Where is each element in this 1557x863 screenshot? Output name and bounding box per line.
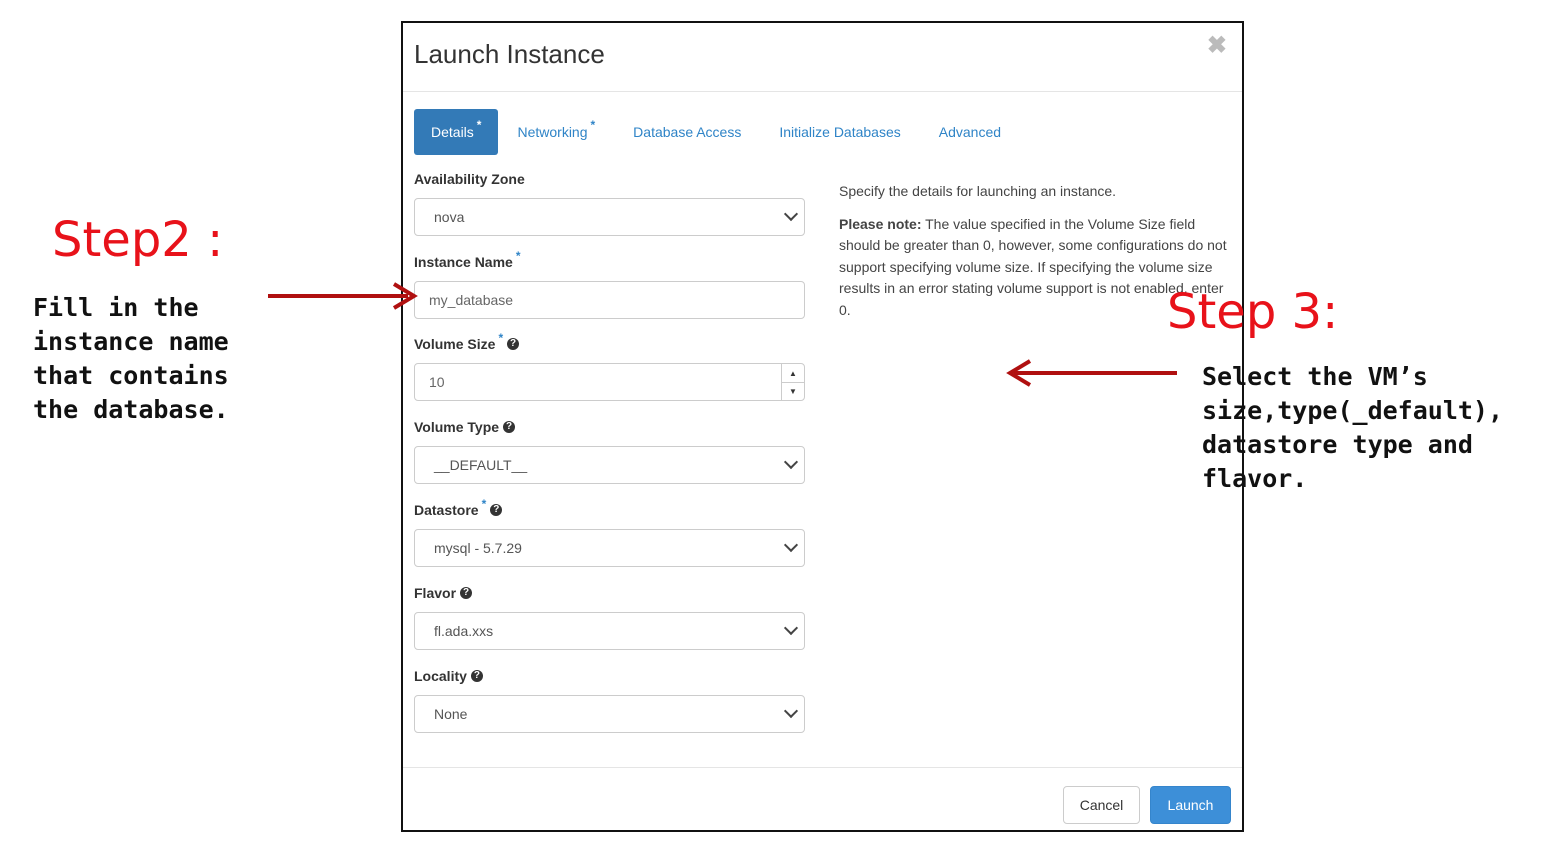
step3-arrow	[1006, 359, 1177, 387]
annotation-arrows	[268, 282, 1177, 387]
step2-arrow	[268, 282, 418, 310]
